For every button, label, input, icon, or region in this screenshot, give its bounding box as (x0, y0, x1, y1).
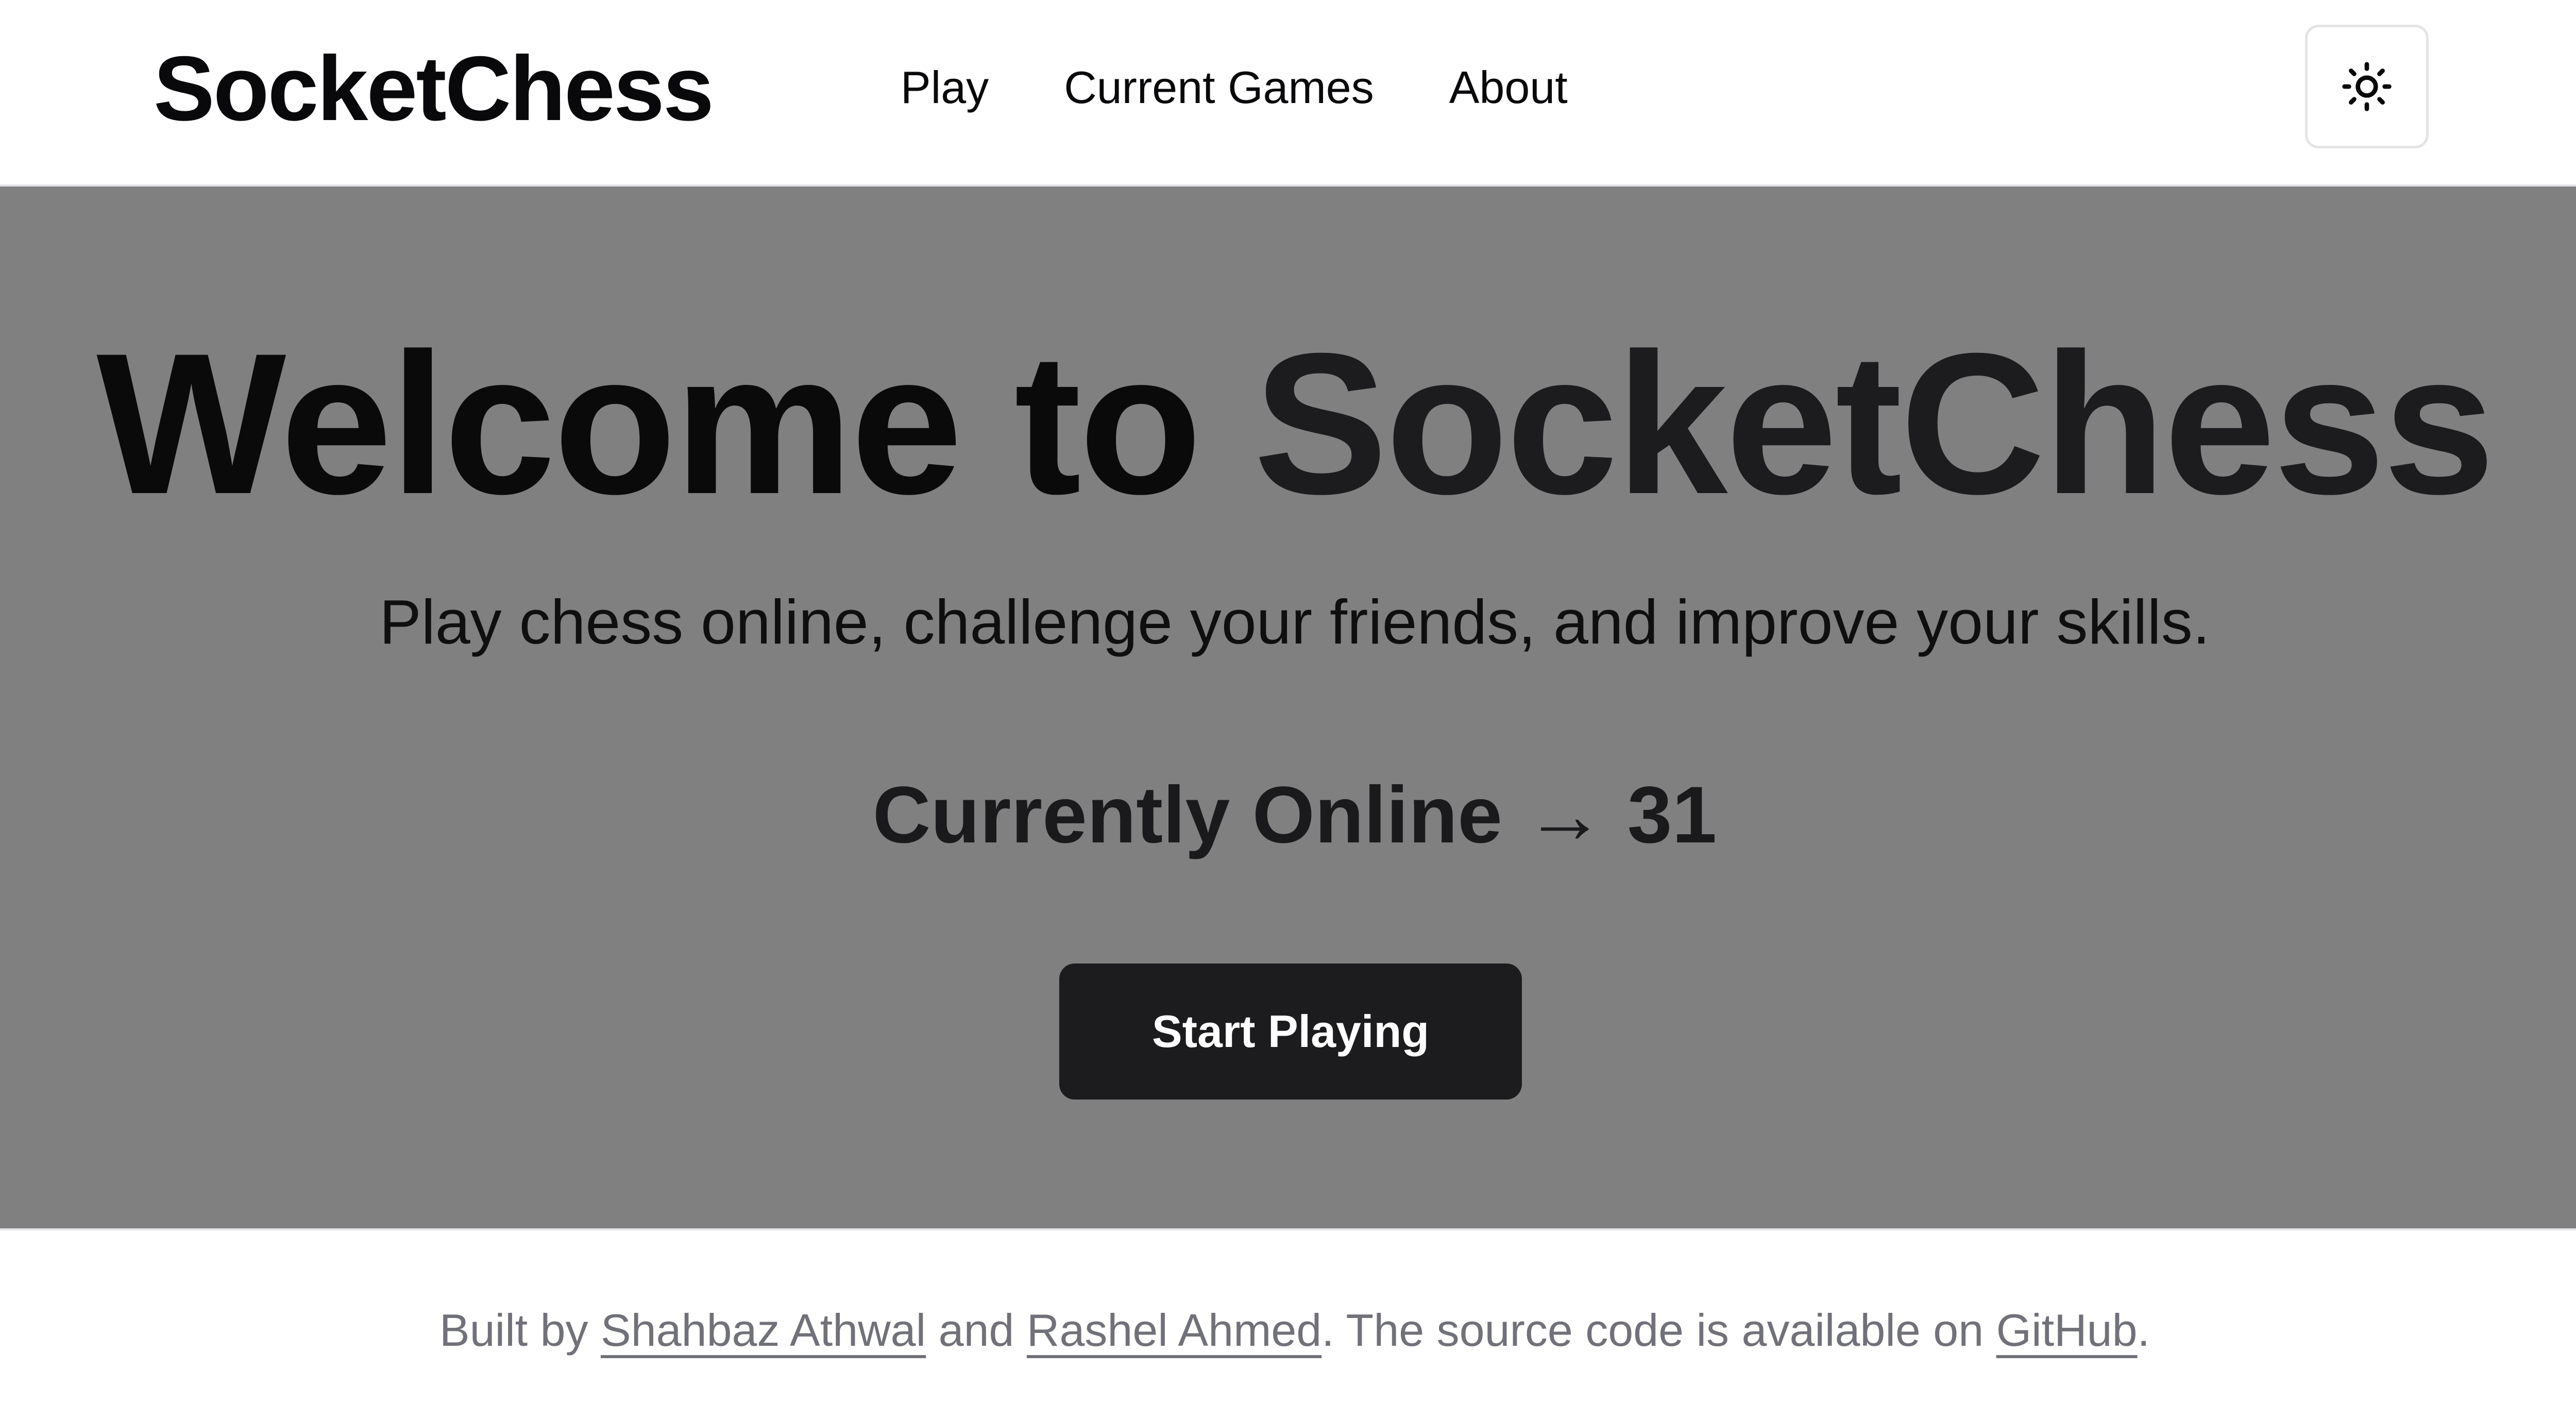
hero-title-prefix: Welcome to (96, 311, 1202, 536)
hero-subtitle: Play chess online, challenge your friend… (379, 587, 2210, 657)
main-nav: Play Current Games About (901, 57, 1568, 119)
nav-about-link[interactable]: About (1449, 57, 1568, 119)
nav-play-link[interactable]: Play (901, 57, 989, 119)
footer-source-text: . The source code is available on (1321, 1305, 1984, 1356)
hero-title: Welcome to SocketChess (0, 305, 2576, 542)
arrow-right-icon: → (1524, 770, 1605, 860)
start-playing-button[interactable]: Start Playing (1059, 963, 1522, 1100)
theme-toggle-button[interactable] (2305, 25, 2429, 148)
sun-icon (2340, 60, 2394, 113)
online-count: 31 (1627, 770, 1717, 860)
nav-current-games-link[interactable]: Current Games (1064, 57, 1374, 119)
hero-section: Welcome to SocketChess Play chess online… (0, 187, 2576, 1230)
hero-title-brand: SocketChess (1253, 311, 2495, 536)
brand-logo-link[interactable]: SocketChess (154, 32, 714, 145)
site-footer: Built by Shahbaz Athwal and Rashel Ahmed… (0, 1232, 2576, 1420)
footer-credits: Built by Shahbaz Athwal and Rashel Ahmed… (0, 1294, 2576, 1366)
online-count-display: Currently Online → 31 (0, 764, 2576, 867)
footer-period: . (2137, 1305, 2150, 1356)
online-label: Currently Online (872, 770, 1502, 860)
footer-built-by-text: Built by (439, 1305, 588, 1356)
author-shahbaz-link[interactable]: Shahbaz Athwal (601, 1305, 926, 1356)
github-link[interactable]: GitHub (1996, 1305, 2138, 1356)
author-rashel-link[interactable]: Rashel Ahmed (1027, 1305, 1321, 1356)
site-header: SocketChess Play Current Games About (0, 0, 2576, 187)
footer-and-text: and (938, 1305, 1014, 1356)
